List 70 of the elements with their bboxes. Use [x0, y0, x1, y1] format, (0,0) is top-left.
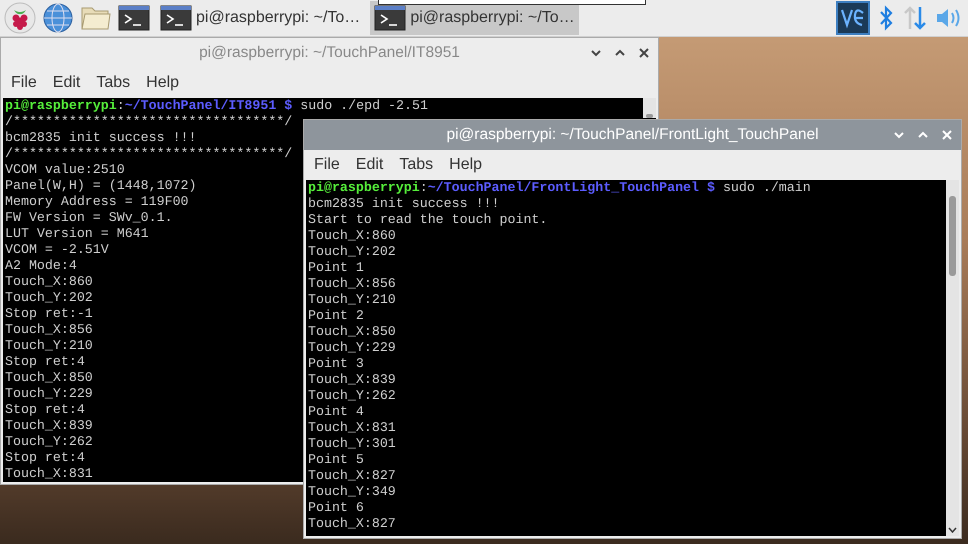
menu-item[interactable]: Edit — [348, 153, 392, 177]
terminal-line: Panel(W,H) = (1448,1072) — [5, 178, 197, 194]
terminal-line: Start to read the touch point. — [308, 212, 548, 228]
close-icon[interactable] — [638, 47, 650, 59]
terminal-line: Touch_X:827 — [308, 516, 396, 532]
menu-item[interactable]: Help — [138, 71, 188, 95]
terminal-line: Touch_Y:202 — [5, 290, 93, 306]
terminal-line: Stop ret:4 — [5, 450, 85, 466]
terminal-icon — [160, 4, 192, 32]
remote-desktop-icon[interactable] — [836, 1, 870, 35]
scroll-thumb[interactable] — [949, 196, 956, 276]
terminal-line: Touch_X:860 — [5, 274, 93, 290]
menu-item[interactable]: Tabs — [391, 153, 442, 177]
terminal-line: Touch_X:856 — [5, 322, 93, 338]
terminal-line: bcm2835 init success !!! — [5, 130, 197, 146]
terminal-line: VCOM value:2510 — [5, 162, 125, 178]
terminal-line: Touch_Y:349 — [308, 484, 396, 500]
terminal-line: Point 3 — [308, 356, 364, 372]
window-title: pi@raspberrypi: ~/TouchPanel/FrontLight_TouchPanel — [446, 125, 819, 146]
terminal-line: Touch_Y:210 — [308, 292, 396, 308]
terminal-line: Touch_Y:210 — [5, 338, 93, 354]
terminal-line: Touch_X:839 — [308, 372, 396, 388]
terminal-icon[interactable] — [118, 4, 150, 32]
terminal-line: Touch_Y:301 — [308, 436, 396, 452]
terminal-line: /**********************************/ — [5, 114, 292, 130]
window-title: pi@raspberrypi: ~/TouchPanel/IT8951 — [199, 43, 460, 64]
terminal-line: Stop ret:4 — [5, 354, 85, 370]
terminal-line: A2 Mode:4 — [5, 258, 77, 274]
terminal-line: VCOM = -2.51V — [5, 242, 109, 258]
terminal-line: Touch_X:856 — [308, 276, 396, 292]
terminal-line: Touch_Y:202 — [308, 244, 396, 260]
terminal-line: Stop ret:-1 — [5, 306, 93, 322]
prompt-line: pi@raspberrypi:~/TouchPanel/FrontLight_TouchPanel $ sudo ./main — [308, 180, 811, 196]
terminal-line: Touch_X:831 — [308, 420, 396, 436]
terminal-line: FW Version = SWv_0.1. — [5, 210, 173, 226]
terminal-icon — [374, 4, 406, 32]
terminal-line: Point 2 — [308, 308, 364, 324]
scrollbar[interactable] — [946, 180, 959, 536]
terminal-line: Touch_Y:262 — [5, 434, 93, 450]
terminal-line: LUT Version = M641 — [5, 226, 149, 242]
terminal-line: Point 6 — [308, 500, 364, 516]
terminal-line: Touch_X:850 — [5, 370, 93, 386]
terminal-line: Touch_Y:229 — [5, 386, 93, 402]
terminal-line: Touch_Y:262 — [308, 388, 396, 404]
terminal-line: Touch_X:860 — [308, 228, 396, 244]
terminal-line: Point 4 — [308, 404, 364, 420]
terminal-line: Touch_X:850 — [308, 324, 396, 340]
terminal-line: /**********************************/ — [5, 146, 292, 162]
network-arrows-icon[interactable] — [902, 4, 928, 32]
terminal-line: Touch_Y:229 — [308, 340, 396, 356]
terminal-line: bcm2835 init success !!! — [308, 196, 500, 212]
terminal-line: Memory Address = 119F00 — [5, 194, 189, 210]
terminal-line: Touch_X:831 — [5, 466, 93, 482]
terminal-line: Touch_X:839 — [5, 418, 93, 434]
scroll-down-icon[interactable] — [948, 527, 957, 533]
taskbar-button[interactable]: pi@raspberrypi: ~/To… — [156, 1, 364, 35]
menu-item[interactable]: File — [3, 71, 45, 95]
menu-item[interactable]: File — [306, 153, 348, 177]
terminal-line: Point 1 — [308, 260, 364, 276]
prompt-line: pi@raspberrypi:~/TouchPanel/IT8951 $ sudo ./epd -2.51 — [5, 98, 428, 114]
menu-item[interactable]: Tabs — [88, 71, 138, 95]
terminal-line: Stop ret:4 — [5, 402, 85, 418]
scrollbar[interactable] — [643, 98, 656, 118]
terminal-line: Point 5 — [308, 452, 364, 468]
raspberry-icon[interactable] — [4, 2, 36, 34]
menu-item[interactable]: Edit — [44, 71, 88, 95]
menu-item[interactable]: Help — [441, 153, 490, 177]
globe-icon[interactable] — [42, 2, 74, 34]
terminal-line: Touch_X:827 — [308, 468, 396, 484]
scroll-thumb[interactable] — [646, 114, 653, 118]
